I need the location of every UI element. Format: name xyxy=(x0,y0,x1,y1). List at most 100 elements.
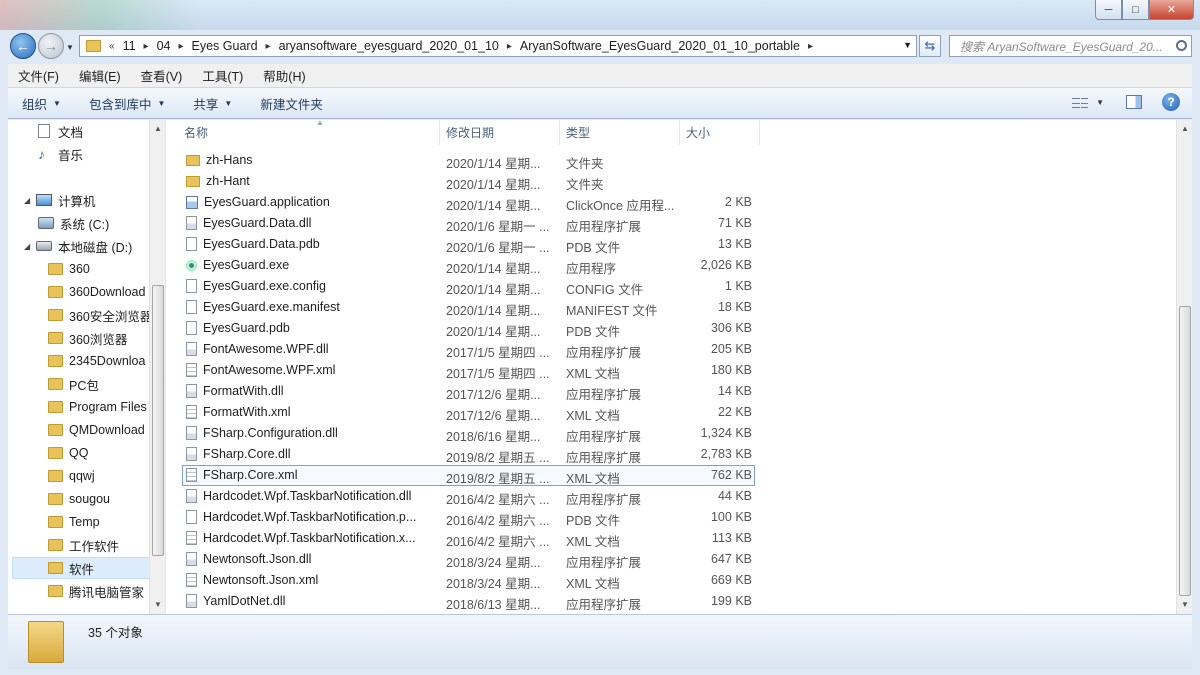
overflow-chevron[interactable]: « xyxy=(109,41,115,52)
nav-item-computer[interactable]: ◢ 计算机 xyxy=(24,189,96,211)
breadcrumb-item[interactable]: aryansoftware_eyesguard_2020_01_10 xyxy=(279,39,499,53)
view-details-icon[interactable] xyxy=(1072,96,1089,108)
file-row[interactable]: EyesGuard.pdb 2020/1/14 星期... PDB 文件 306 KB xyxy=(166,318,1176,339)
breadcrumb-separator-icon[interactable]: ▸ xyxy=(178,41,183,52)
menu-item[interactable]: 工具(T) xyxy=(192,66,253,85)
file-row[interactable]: EyesGuard.Data.dll 2020/1/6 星期一 ... 应用程序扩展… xyxy=(166,213,1176,234)
nav-item-local-disk[interactable]: ◢ 本地磁盘 (D:) xyxy=(24,235,132,257)
nav-item-label: PC包 xyxy=(69,378,99,393)
file-name: EyesGuard.exe.config xyxy=(203,279,326,293)
file-row[interactable]: Hardcodet.Wpf.TaskbarNotification.dll 201… xyxy=(166,486,1176,507)
column-header-type[interactable]: 类型 xyxy=(560,120,680,145)
breadcrumb-item[interactable]: 04 xyxy=(157,39,171,53)
file-row[interactable]: FontAwesome.WPF.dll 2017/1/5 星期四 ... 应用程序扩… xyxy=(166,339,1176,360)
file-row[interactable]: FSharp.Configuration.dll 2018/6/16 星期... 应… xyxy=(166,423,1176,444)
scroll-down-icon[interactable]: ▼ xyxy=(154,600,162,609)
preview-pane-icon[interactable] xyxy=(1126,95,1142,109)
menu-item[interactable]: 查看(V) xyxy=(131,66,193,85)
breadcrumb-separator-icon[interactable]: ▸ xyxy=(266,41,271,52)
expand-arrow-icon[interactable]: ◢ xyxy=(24,196,34,205)
file-row[interactable]: FSharp.Core.dll 2019/8/2 星期五 ... 应用程序扩展 2,7… xyxy=(166,444,1176,465)
nav-item-folder[interactable]: PC包 xyxy=(48,373,99,395)
forward-button[interactable]: → xyxy=(38,33,64,59)
nav-item-folder[interactable]: sougou xyxy=(48,488,110,510)
nav-item-folder[interactable]: qqwj xyxy=(48,465,95,487)
scroll-up-icon[interactable]: ▲ xyxy=(1181,124,1189,133)
minimize-button[interactable]: ─ xyxy=(1095,0,1122,20)
address-dropdown-icon[interactable]: ▼ xyxy=(903,40,912,50)
include-library-button[interactable]: 包含到库中 ▼ xyxy=(75,94,179,113)
close-button[interactable]: ✕ xyxy=(1149,0,1194,20)
nav-item-folder[interactable]: 360 xyxy=(48,258,90,280)
breadcrumb-separator-icon[interactable]: ▸ xyxy=(808,41,813,52)
view-dropdown-icon[interactable]: ▼ xyxy=(1096,98,1104,107)
file-row[interactable]: Hardcodet.Wpf.TaskbarNotification.x... 20… xyxy=(166,528,1176,549)
refresh-button[interactable]: ⇆ xyxy=(919,35,941,57)
recent-pages-dropdown[interactable]: ▼ xyxy=(66,43,74,52)
nav-item-folder[interactable]: 360安全浏览器 xyxy=(48,304,152,326)
nav-item-folder[interactable]: 360Download xyxy=(48,281,145,303)
breadcrumb-item[interactable]: Eyes Guard xyxy=(192,39,258,53)
column-header-name[interactable]: 名称 ▲ xyxy=(178,118,440,145)
column-header-size[interactable]: 大小 xyxy=(680,120,760,145)
nav-item-folder[interactable]: 腾讯电脑管家 xyxy=(48,580,144,602)
file-row[interactable]: Newtonsoft.Json.dll 2018/3/24 星期... 应用程序扩展… xyxy=(166,549,1176,570)
breadcrumb-separator-icon[interactable]: ▸ xyxy=(507,41,512,52)
details-pane: 35 个对象 xyxy=(8,614,1192,669)
nav-item-folder[interactable]: 工作软件 xyxy=(48,534,119,556)
file-list-scrollbar[interactable]: ▲ ▼ xyxy=(1176,120,1192,614)
column-header-date[interactable]: 修改日期 xyxy=(440,120,560,145)
back-button[interactable]: ← xyxy=(10,33,36,59)
file-row[interactable]: zh-Hant 2020/1/14 星期... 文件夹 xyxy=(166,171,1176,192)
nav-item-folder[interactable]: 2345Downloa xyxy=(48,350,145,372)
nav-item-folder[interactable]: QQ xyxy=(48,442,88,464)
file-date: 2018/6/16 星期... xyxy=(446,430,541,444)
share-button[interactable]: 共享 ▼ xyxy=(179,94,246,113)
breadcrumb-item[interactable]: AryanSoftware_EyesGuard_2020_01_10_porta… xyxy=(520,39,800,53)
file-row[interactable]: Newtonsoft.Json.xml 2018/3/24 星期... XML 文档… xyxy=(166,570,1176,591)
nav-item-folder[interactable]: 软件 xyxy=(12,557,152,579)
expand-arrow-icon[interactable]: ◢ xyxy=(24,242,34,251)
file-type: MANIFEST 文件 xyxy=(566,304,658,318)
nav-item-folder[interactable]: Program Files xyxy=(48,396,147,418)
folder-icon xyxy=(48,401,63,413)
nav-item-folder[interactable]: QMDownload xyxy=(48,419,145,441)
nav-scrollbar[interactable]: ▲ ▼ xyxy=(149,120,165,614)
nav-item-folder[interactable]: Temp xyxy=(48,511,100,533)
file-row[interactable]: Hardcodet.Wpf.TaskbarNotification.p... 20… xyxy=(166,507,1176,528)
menu-item[interactable]: 文件(F) xyxy=(8,66,69,85)
file-row[interactable]: FSharp.Core.xml 2019/8/2 星期五 ... XML 文档 762… xyxy=(166,465,1176,486)
file-size: 647 KB xyxy=(710,552,752,566)
menu-item[interactable]: 编辑(E) xyxy=(69,66,131,85)
file-row[interactable]: EyesGuard.exe 2020/1/14 星期... 应用程序 2,026 KB xyxy=(166,255,1176,276)
new-folder-button[interactable]: 新建文件夹 xyxy=(246,94,337,113)
nav-item-system-drive[interactable]: 系统 (C:) xyxy=(38,212,109,234)
help-icon[interactable]: ? xyxy=(1162,93,1180,111)
scroll-up-icon[interactable]: ▲ xyxy=(154,124,162,133)
file-row[interactable]: zh-Hans 2020/1/14 星期... 文件夹 xyxy=(166,150,1176,171)
scroll-down-icon[interactable]: ▼ xyxy=(1181,600,1189,609)
nav-item-documents[interactable]: 文档 xyxy=(38,120,83,142)
file-row[interactable]: FormatWith.xml 2017/12/6 星期... XML 文档 22 KB xyxy=(166,402,1176,423)
address-bar[interactable]: « 11 ▸ 04 ▸ Eyes Guard ▸ aryansoftware_eyesgua… xyxy=(79,35,917,57)
file-row[interactable]: YamlDotNet.dll 2018/6/13 星期... 应用程序扩展 199 K… xyxy=(166,591,1176,612)
nav-item-music[interactable]: ♪ 音乐 xyxy=(38,143,83,165)
nav-item-folder[interactable]: 360浏览器 xyxy=(48,327,127,349)
file-row[interactable]: FontAwesome.WPF.xml 2017/1/5 星期四 ... XML 文… xyxy=(166,360,1176,381)
search-icon[interactable] xyxy=(1176,40,1187,51)
maximize-button[interactable]: □ xyxy=(1122,0,1149,20)
search-input[interactable]: 搜索 AryanSoftware_EyesGuard_20... xyxy=(949,35,1192,57)
breadcrumb-item[interactable]: 11 xyxy=(123,39,136,53)
file-row[interactable]: EyesGuard.Data.pdb 2020/1/6 星期一 ... PDB 文件… xyxy=(166,234,1176,255)
nav-scrollbar-thumb[interactable] xyxy=(152,285,164,556)
file-row[interactable]: EyesGuard.exe.config 2020/1/14 星期... CONFI… xyxy=(166,276,1176,297)
file-row[interactable]: EyesGuard.application 2020/1/14 星期... Clic… xyxy=(166,192,1176,213)
breadcrumb-separator-icon[interactable]: ▸ xyxy=(144,41,149,52)
organize-button[interactable]: 组织 ▼ xyxy=(8,94,75,113)
file-row[interactable]: EyesGuard.exe.manifest 2020/1/14 星期... MAN… xyxy=(166,297,1176,318)
menu-item[interactable]: 帮助(H) xyxy=(253,66,315,85)
folder-icon xyxy=(48,562,63,574)
file-list-scrollbar-thumb[interactable] xyxy=(1179,306,1191,596)
file-date: 2016/4/2 星期六 ... xyxy=(446,493,550,507)
file-row[interactable]: FormatWith.dll 2017/12/6 星期... 应用程序扩展 14 KB xyxy=(166,381,1176,402)
